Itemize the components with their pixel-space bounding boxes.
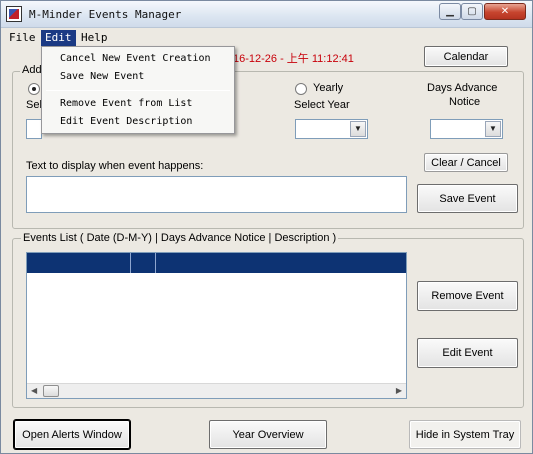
minimize-button[interactable]: ▁: [439, 3, 461, 20]
remove-event-button[interactable]: Remove Event: [417, 281, 518, 311]
edit-menu-dropdown: Cancel New Event Creation Save New Event…: [41, 46, 235, 134]
menu-edit[interactable]: Edit: [41, 30, 76, 46]
menu-item-edit-description[interactable]: Edit Event Description: [60, 116, 192, 127]
column-divider[interactable]: [155, 253, 156, 273]
menu-separator: [46, 90, 230, 91]
title-bar[interactable]: M-Minder Events Manager ▁ ▢ ✕: [1, 1, 532, 28]
edit-event-button[interactable]: Edit Event: [417, 338, 518, 368]
events-list-header[interactable]: [27, 253, 406, 273]
close-button[interactable]: ✕: [484, 3, 526, 20]
yearly-label: Yearly: [313, 82, 344, 94]
menu-file[interactable]: File: [5, 30, 40, 46]
open-alerts-window-button[interactable]: Open Alerts Window: [14, 420, 130, 449]
horizontal-scrollbar[interactable]: ◀ ▶: [27, 383, 406, 398]
column-divider[interactable]: [130, 253, 131, 273]
menu-item-cancel-new-event[interactable]: Cancel New Event Creation: [60, 53, 211, 64]
days-advance-label-notice: Notice: [449, 96, 481, 108]
maximize-button[interactable]: ▢: [461, 3, 483, 20]
menu-item-remove-event[interactable]: Remove Event from List: [60, 98, 192, 109]
scroll-right-icon[interactable]: ▶: [396, 386, 402, 395]
app-logo-icon: [6, 6, 22, 22]
scroll-left-icon[interactable]: ◀: [31, 386, 37, 395]
save-event-button[interactable]: Save Event: [417, 184, 518, 213]
window-title: M-Minder Events Manager: [29, 8, 182, 21]
events-list-label: Events List ( Date (D-M-Y) | Days Advanc…: [21, 232, 339, 244]
year-overview-button[interactable]: Year Overview: [209, 420, 327, 449]
chevron-down-icon[interactable]: ▼: [485, 121, 501, 137]
current-datetime: 16-12-26 - 上午 11:12:41: [233, 53, 354, 65]
select-year-label: Select Year: [294, 99, 350, 111]
radio-daily[interactable]: [28, 83, 40, 95]
clear-cancel-button[interactable]: Clear / Cancel: [424, 153, 508, 172]
radio-yearly[interactable]: [295, 83, 307, 95]
menu-item-save-new-event[interactable]: Save New Event: [60, 71, 144, 82]
chevron-down-icon[interactable]: ▼: [350, 121, 366, 137]
days-advance-label: Days Advance: [427, 82, 498, 94]
select-label-partial: Sel: [26, 99, 42, 111]
days-advance-combo[interactable]: ▼: [430, 119, 503, 139]
events-list[interactable]: ◀ ▶: [26, 252, 407, 399]
event-text-input[interactable]: [26, 176, 407, 213]
scrollbar-thumb[interactable]: [43, 385, 59, 397]
select-combo-partial[interactable]: [26, 119, 42, 139]
menu-bar: File Edit Help: [1, 28, 532, 47]
select-year-combo[interactable]: ▼: [295, 119, 368, 139]
hide-system-tray-button[interactable]: Hide in System Tray: [409, 420, 521, 449]
main-window: M-Minder Events Manager ▁ ▢ ✕ File Edit …: [0, 0, 533, 454]
calendar-button[interactable]: Calendar: [424, 46, 508, 67]
event-text-label: Text to display when event happens:: [26, 160, 204, 172]
menu-help[interactable]: Help: [77, 30, 112, 46]
